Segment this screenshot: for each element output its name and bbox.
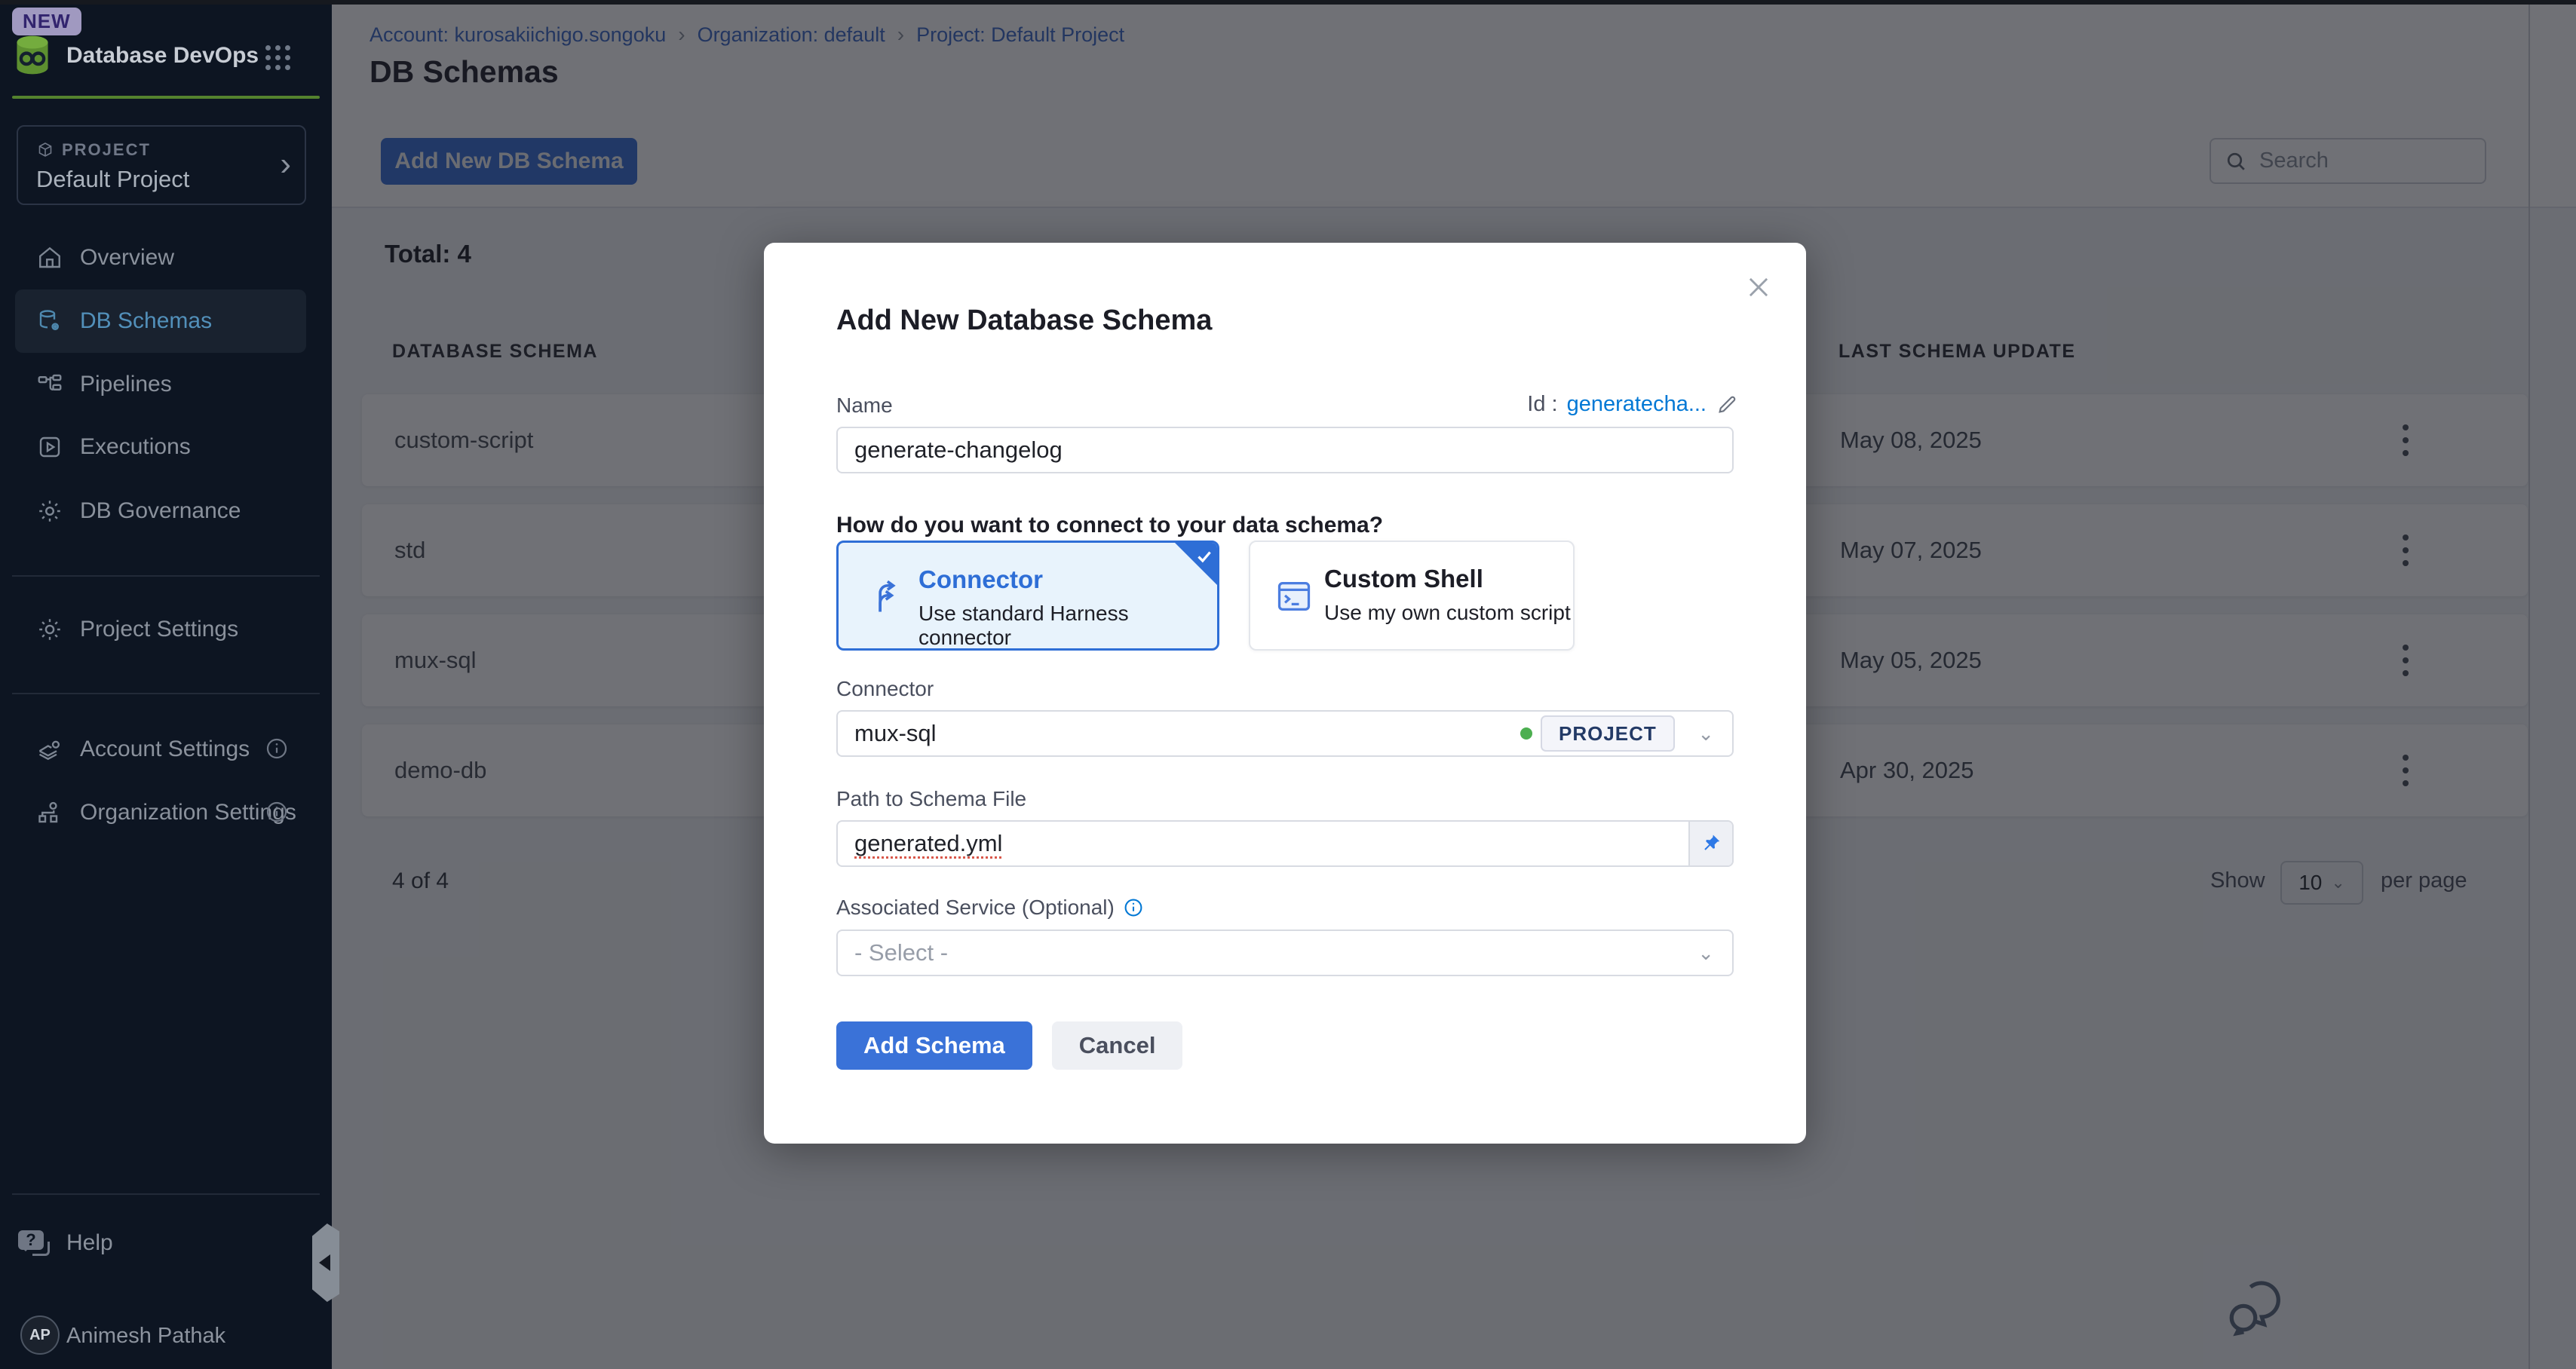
cancel-button[interactable]: Cancel <box>1052 1021 1183 1070</box>
window-top-edge <box>0 0 2576 5</box>
connector-status-dot <box>1520 727 1532 740</box>
option-card-connector[interactable]: Connector Use standard Harness connector <box>836 541 1219 651</box>
service-select[interactable]: - Select - ⌄ <box>836 930 1734 976</box>
sidebar-item-label: Organization Settings <box>80 800 296 825</box>
connector-branch-icon <box>869 577 908 617</box>
brand-divider <box>12 96 320 99</box>
id-value-link[interactable]: generatecha... <box>1567 392 1707 417</box>
connector-select[interactable]: mux-sql PROJECT ⌄ <box>836 710 1734 757</box>
connect-question: How do you want to connect to your data … <box>836 513 1383 538</box>
connector-value: mux-sql <box>838 720 937 747</box>
help-chat-icon: ? <box>18 1230 50 1256</box>
name-input[interactable] <box>838 436 1732 464</box>
app-switcher-grid-icon[interactable] <box>265 45 290 70</box>
connector-scope-badge: PROJECT <box>1541 715 1675 752</box>
option-title: Connector <box>918 565 1043 594</box>
project-selector[interactable]: PROJECT Default Project › <box>17 125 306 205</box>
info-icon[interactable] <box>265 801 288 823</box>
close-icon[interactable] <box>1744 273 1773 302</box>
info-icon[interactable] <box>1124 898 1143 917</box>
chevron-down-icon: ⌄ <box>1697 942 1714 965</box>
chevron-right-icon: › <box>280 148 291 181</box>
service-value: - Select - <box>838 939 948 966</box>
sidebar-divider <box>12 693 320 694</box>
help-label: Help <box>66 1230 113 1256</box>
sidebar-item-label: DB Governance <box>80 498 241 524</box>
db-schemas-icon <box>36 308 63 335</box>
app-title: Database DevOps <box>66 43 259 69</box>
project-eyebrow-label: PROJECT <box>62 140 151 160</box>
selected-check-ribbon <box>1174 542 1218 586</box>
sidebar-item-organization-settings[interactable]: Organization Settings <box>15 784 306 841</box>
connector-label: Connector <box>836 677 934 701</box>
option-subtitle: Use my own custom script <box>1324 601 1571 625</box>
pin-button[interactable] <box>1688 822 1732 865</box>
modal-actions: Add Schema Cancel <box>836 1021 1182 1070</box>
path-label: Path to Schema File <box>836 787 1026 811</box>
sidebar-item-pipelines[interactable]: Pipelines <box>15 356 306 413</box>
home-icon <box>36 244 63 271</box>
sidebar-item-label: Pipelines <box>80 372 172 397</box>
sidebar-item-label: Overview <box>80 245 174 271</box>
sidebar-divider <box>12 1193 320 1195</box>
sidebar-item-label: Project Settings <box>80 617 238 642</box>
sidebar-divider <box>12 575 320 577</box>
sidebar-item-account-settings[interactable]: Account Settings <box>15 721 306 778</box>
path-value: generated.yml <box>838 830 1002 857</box>
pipelines-icon <box>36 371 63 398</box>
info-icon[interactable] <box>265 737 288 760</box>
chat-support-icon[interactable] <box>2221 1274 2289 1342</box>
sidebar-item-db-schemas[interactable]: DB Schemas <box>15 289 306 353</box>
modal-title: Add New Database Schema <box>836 305 1212 337</box>
executions-icon <box>36 433 63 461</box>
add-db-schema-modal: Add New Database Schema Name Id : genera… <box>764 243 1806 1144</box>
sidebar-item-project-settings[interactable]: Project Settings <box>15 601 306 658</box>
sidebar-item-executions[interactable]: Executions <box>15 418 306 476</box>
gear-icon <box>36 616 63 643</box>
sidebar-collapse-handle[interactable] <box>312 1224 339 1302</box>
terminal-icon <box>1274 577 1314 616</box>
sidebar-item-overview[interactable]: Overview <box>15 229 306 286</box>
harness-database-devops-logo <box>11 33 54 77</box>
governance-icon <box>36 498 63 525</box>
sidebar-item-label: Account Settings <box>80 737 250 762</box>
user-name[interactable]: Animesh Pathak <box>66 1324 225 1349</box>
id-row: Id : generatecha... <box>1527 392 1738 417</box>
sidebar-item-label: Executions <box>80 434 191 460</box>
id-label: Id : <box>1527 392 1557 417</box>
help-button[interactable]: ? Help <box>18 1230 113 1256</box>
sidebar-item-db-governance[interactable]: DB Governance <box>15 482 306 540</box>
add-schema-button[interactable]: Add Schema <box>836 1021 1032 1070</box>
project-name: Default Project <box>36 166 189 193</box>
path-input-box[interactable]: generated.yml <box>836 820 1734 867</box>
cube-icon <box>36 141 54 159</box>
name-input-box <box>836 427 1734 473</box>
name-label: Name <box>836 394 893 418</box>
option-subtitle: Use standard Harness connector <box>918 602 1217 650</box>
edit-pencil-icon[interactable] <box>1716 394 1738 416</box>
sidebar: NEW Database DevOps PROJECT Default Proj… <box>0 0 332 1369</box>
option-card-custom-shell[interactable]: Custom Shell Use my own custom script <box>1249 541 1575 651</box>
sidebar-item-label: DB Schemas <box>80 308 212 334</box>
service-label-row: Associated Service (Optional) <box>836 896 1143 920</box>
service-label: Associated Service (Optional) <box>836 896 1115 920</box>
new-badge: NEW <box>12 8 81 35</box>
organization-settings-icon <box>36 799 63 826</box>
user-avatar[interactable]: AP <box>20 1315 60 1355</box>
option-title: Custom Shell <box>1324 565 1483 593</box>
chevron-down-icon: ⌄ <box>1697 722 1714 746</box>
pin-icon <box>1700 832 1722 855</box>
account-settings-icon <box>36 736 63 763</box>
